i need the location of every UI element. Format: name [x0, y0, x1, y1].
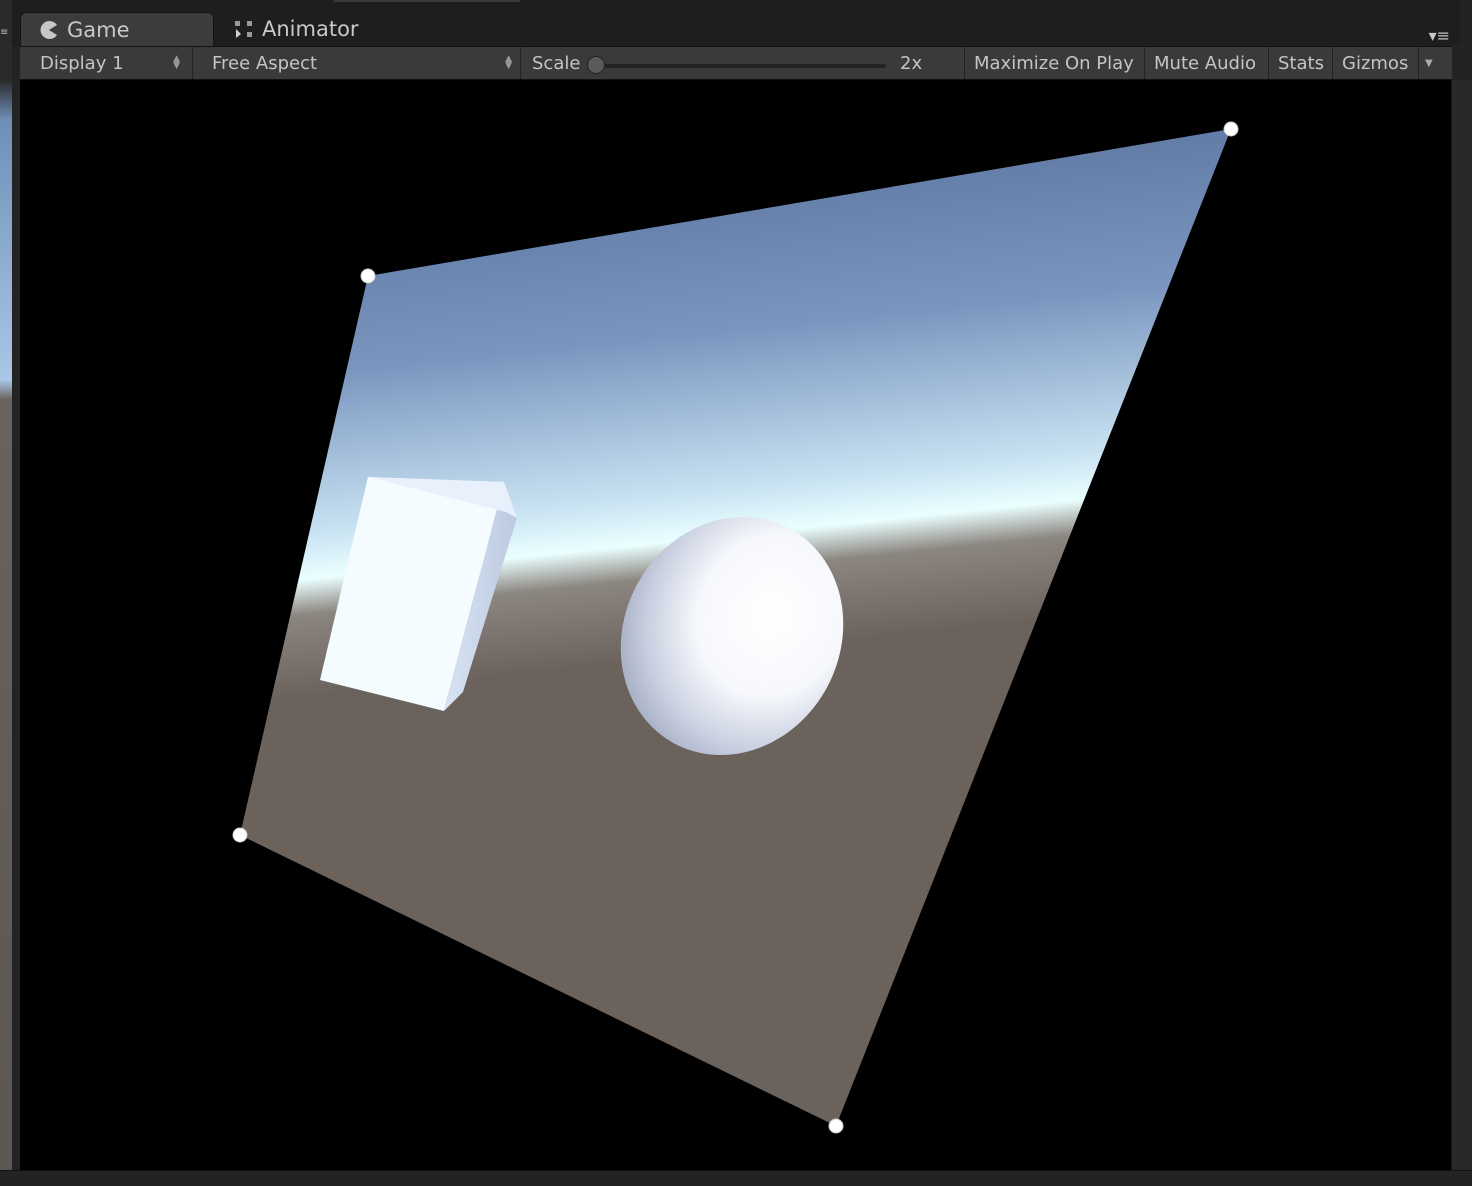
- scale-slider-handle[interactable]: [587, 56, 605, 74]
- right-side-panel-edge: [1451, 80, 1472, 1180]
- maximize-on-play-label: Maximize On Play: [974, 52, 1134, 74]
- pacman-icon: [39, 20, 59, 40]
- aspect-dropdown-value: Free Aspect: [212, 52, 318, 74]
- scale-label: Scale: [532, 52, 581, 74]
- panel-menu-icon[interactable]: ≡: [0, 28, 8, 38]
- corner-handle-top-left[interactable]: [360, 268, 376, 284]
- display-dropdown[interactable]: Display 1 ▲ ▼: [28, 47, 188, 79]
- tab-game-label: Game: [67, 17, 130, 42]
- tab-bar: Game Animator ▾≡: [12, 0, 1460, 46]
- stats-label: Stats: [1278, 52, 1324, 74]
- maximize-on-play-button[interactable]: Maximize On Play: [964, 47, 1144, 79]
- scale-slider-group: Scale 2x: [520, 47, 960, 79]
- stats-button[interactable]: Stats: [1268, 47, 1332, 79]
- animator-grid-icon: [234, 19, 254, 39]
- gizmos-button[interactable]: Gizmos: [1332, 47, 1432, 79]
- gizmos-label: Gizmos: [1342, 52, 1409, 74]
- aspect-dropdown[interactable]: Free Aspect ▲ ▼: [200, 47, 520, 79]
- tab-animator[interactable]: Animator: [216, 12, 396, 46]
- bottom-status-bar: [0, 1170, 1472, 1186]
- display-dropdown-value: Display 1: [40, 52, 124, 74]
- unity-editor-window: ≡ Game Animator ▾≡ Display 1 ▲ ▼ Free As…: [0, 0, 1472, 1186]
- gizmos-dropdown-arrow-icon[interactable]: ▼: [1418, 47, 1433, 79]
- scale-slider-track[interactable]: [592, 64, 886, 68]
- corner-handle-bottom-right[interactable]: [828, 1118, 844, 1134]
- corner-handle-top-right[interactable]: [1223, 121, 1239, 137]
- scene-render: [232, 121, 1239, 1134]
- tab-animator-label: Animator: [262, 17, 359, 41]
- game-toolbar: Display 1 ▲ ▼ Free Aspect ▲ ▼ Scale 2x Max…: [20, 46, 1452, 80]
- updown-arrows-icon: ▲ ▼: [505, 54, 512, 71]
- mute-audio-label: Mute Audio: [1154, 52, 1256, 74]
- left-side-panel-edge: ≡: [0, 0, 12, 1186]
- game-view-viewport[interactable]: [20, 80, 1453, 1170]
- toolbar-divider: [192, 47, 193, 79]
- scale-value: 2x: [900, 52, 923, 74]
- updown-arrows-icon: ▲ ▼: [173, 54, 180, 71]
- mute-audio-button[interactable]: Mute Audio: [1144, 47, 1268, 79]
- corner-handle-bottom-left[interactable]: [232, 827, 248, 843]
- tab-game[interactable]: Game: [20, 12, 214, 46]
- tab-bar-indicator: [334, 0, 520, 2]
- panel-options-menu-icon[interactable]: ▾≡: [1420, 26, 1450, 45]
